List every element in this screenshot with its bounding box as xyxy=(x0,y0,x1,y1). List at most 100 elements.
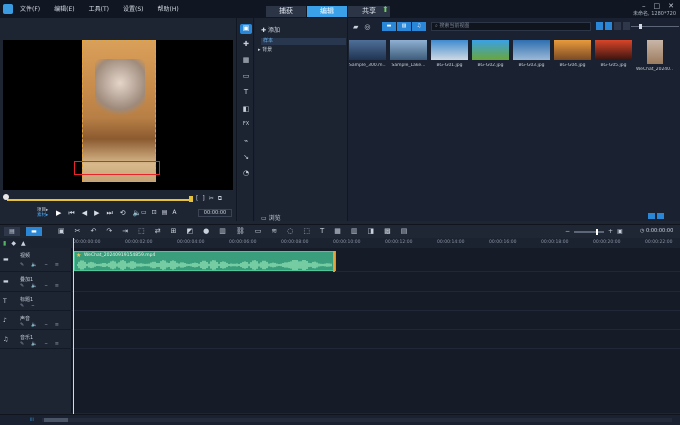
list-view-icon[interactable] xyxy=(614,22,621,30)
title-icon[interactable]: T xyxy=(240,88,252,98)
subtitle-icon[interactable]: ▤ xyxy=(401,227,408,235)
filter-photo-button[interactable]: ▨ xyxy=(397,22,411,31)
track-header-video[interactable]: ▬ 视频 ✎ 🔈 ⌣ ≡ xyxy=(0,248,72,272)
media-thumbnail[interactable]: BG-G03.jpg xyxy=(513,40,550,72)
clip-trim-handle[interactable] xyxy=(333,251,335,272)
track-manager-icon[interactable]: ▣ xyxy=(58,227,65,235)
music-track-row[interactable] xyxy=(72,330,680,349)
speed-tool-icon[interactable]: ▩ xyxy=(384,227,391,235)
minimize-icon[interactable]: – xyxy=(642,2,646,10)
library-panel-icon[interactable] xyxy=(648,213,655,219)
mixer-icon[interactable]: ▭ xyxy=(255,227,262,235)
track-header-overlay[interactable]: ▬ 叠加1 ✎ 🔈 ⌣ ≡ xyxy=(0,272,72,292)
media-thumbnail[interactable]: Sample_300.m... xyxy=(349,40,386,72)
transition-icon[interactable]: ▦ xyxy=(240,56,252,66)
effects-icon[interactable]: ↘ xyxy=(240,153,252,163)
previous-frame-icon[interactable]: ◀ xyxy=(82,209,87,218)
home-icon[interactable]: ⏮ xyxy=(68,209,74,218)
fit-icon[interactable]: ⬚ xyxy=(303,227,310,235)
timeline-tracks[interactable]: ★ WeChat_20240919154859.mp4 xyxy=(72,248,680,413)
mask-icon[interactable]: ◩ xyxy=(187,227,194,235)
edit-track-icon[interactable]: ✎ xyxy=(20,322,24,328)
record-icon[interactable]: ◎ xyxy=(364,23,370,31)
add-folder-button[interactable]: ✚ 添加 xyxy=(261,25,280,34)
slider-knob[interactable] xyxy=(639,24,642,29)
mute-icon[interactable]: 🔈 xyxy=(31,341,37,347)
motion-icon[interactable]: ▭ xyxy=(240,72,252,82)
lock-icon[interactable]: ⌣ xyxy=(31,303,34,309)
timeline-ruler[interactable]: ▮ ◆ ▲ 00:00:00:00 00:00:02:00 00:00:04:00 0… xyxy=(0,238,680,248)
video-track-row[interactable]: ★ WeChat_20240919154859.mp4 xyxy=(72,248,680,272)
scroll-thumb[interactable] xyxy=(44,418,68,422)
path-icon[interactable]: ⌁ xyxy=(240,137,252,147)
trim-end-handle[interactable] xyxy=(189,196,193,202)
track-visibility-icon[interactable]: ▲ xyxy=(21,240,26,247)
instant-project-icon[interactable]: ✚ xyxy=(240,40,252,50)
menu-settings[interactable]: 设置(S) xyxy=(123,4,144,13)
audio-ducking-icon[interactable]: ▥ xyxy=(351,227,358,235)
video-clip[interactable]: ★ WeChat_20240919154859.mp4 xyxy=(74,251,336,271)
preview-window[interactable] xyxy=(3,40,233,190)
voice-track-row[interactable] xyxy=(72,311,680,330)
horizontal-scrollbar[interactable] xyxy=(42,418,672,422)
end-icon[interactable]: ⏭ xyxy=(106,209,112,218)
cut-icon[interactable]: ✂ xyxy=(75,227,81,235)
close-icon[interactable]: ✕ xyxy=(668,2,674,10)
add-track-icon[interactable]: ▮ xyxy=(3,240,6,247)
zoom-in-icon[interactable]: + xyxy=(608,228,613,235)
title-tool-icon[interactable]: T xyxy=(320,227,324,235)
zoom-out-icon[interactable]: − xyxy=(565,228,570,235)
mark-in-icon[interactable]: [ xyxy=(196,195,198,203)
browse-button[interactable]: ▭ 浏览 xyxy=(261,213,281,222)
link-icon[interactable]: ≡ xyxy=(55,341,59,347)
split-icon[interactable]: ✂ xyxy=(209,195,214,203)
lock-icon[interactable]: ⌣ xyxy=(44,322,47,328)
output-size-icon[interactable]: ▤ xyxy=(162,209,168,216)
aspect-ratio-icon[interactable]: ⊡ xyxy=(152,209,157,216)
lock-icon[interactable]: ⌣ xyxy=(44,283,47,289)
auto-music-icon[interactable]: ≋ xyxy=(271,227,277,235)
menu-tools[interactable]: 工具(T) xyxy=(89,4,109,13)
storyboard-view-button[interactable]: ▤ xyxy=(4,227,20,236)
player-timecode[interactable]: 00:00:00 xyxy=(198,209,232,217)
playhead[interactable] xyxy=(73,238,74,415)
menu-file[interactable]: 文件(F) xyxy=(20,4,40,13)
record-capture-icon[interactable]: ● xyxy=(203,227,209,235)
overlay-track-row[interactable] xyxy=(72,272,680,292)
track-header-music[interactable]: ♫ 音乐1 ✎ 🔈 ⌣ ≡ xyxy=(0,330,72,349)
ripple-toggle-icon[interactable]: ◆ xyxy=(11,240,16,247)
repeat-icon[interactable]: ⟲ xyxy=(120,209,126,218)
track-header-voice[interactable]: ♪ 声音 ✎ 🔈 ⌣ ≡ xyxy=(0,311,72,330)
enlarge-icon[interactable]: ⧉ xyxy=(218,195,222,203)
mode-clip-label[interactable]: 素材▸ xyxy=(37,213,48,218)
mark-out-icon[interactable]: ] xyxy=(202,195,204,203)
tab-edit[interactable]: 编辑 xyxy=(307,6,347,17)
multicam-icon[interactable]: ▥ xyxy=(219,227,226,235)
ripple-icon[interactable]: ⊞ xyxy=(171,227,177,235)
search-input[interactable]: ⌕ 搜索当前视图 xyxy=(431,22,591,31)
media-thumbnail[interactable]: BG-G01.jpg xyxy=(431,40,468,72)
pan-zoom-icon[interactable]: ⇄ xyxy=(155,227,161,235)
fit-project-icon[interactable]: ▣ xyxy=(617,228,623,235)
media-icon[interactable]: ▣ xyxy=(240,24,252,34)
sort-icon[interactable] xyxy=(596,22,603,30)
import-folder-icon[interactable]: ▰ xyxy=(353,23,358,31)
edit-track-icon[interactable]: ✎ xyxy=(20,303,24,309)
next-frame-icon[interactable]: ▶ xyxy=(94,209,99,218)
link-icon[interactable]: ≡ xyxy=(55,283,59,289)
upload-icon[interactable]: ⬆ xyxy=(382,6,390,14)
grid-view-icon[interactable] xyxy=(605,22,612,30)
mute-icon[interactable]: 🔈 xyxy=(31,262,37,268)
link-icon[interactable]: ≡ xyxy=(55,322,59,328)
hd-preview-icon[interactable]: ▭ xyxy=(141,209,147,216)
details-view-icon[interactable] xyxy=(623,22,630,30)
tree-item-background[interactable]: ▸ 背景 xyxy=(258,46,272,53)
edit-track-icon[interactable]: ✎ xyxy=(20,262,24,268)
mute-icon[interactable]: 🔈 xyxy=(31,322,37,328)
thumbnail-size-slider[interactable] xyxy=(631,24,679,29)
media-thumbnail[interactable]: BG-G05.jpg xyxy=(595,40,632,72)
menu-edit[interactable]: 编辑(E) xyxy=(54,4,74,13)
media-thumbnail[interactable]: Sample_Lake... xyxy=(390,40,427,72)
tree-item-sample[interactable]: 样本 xyxy=(261,38,346,45)
track-header-title[interactable]: T 标题1 ✎ ⌣ xyxy=(0,292,72,311)
